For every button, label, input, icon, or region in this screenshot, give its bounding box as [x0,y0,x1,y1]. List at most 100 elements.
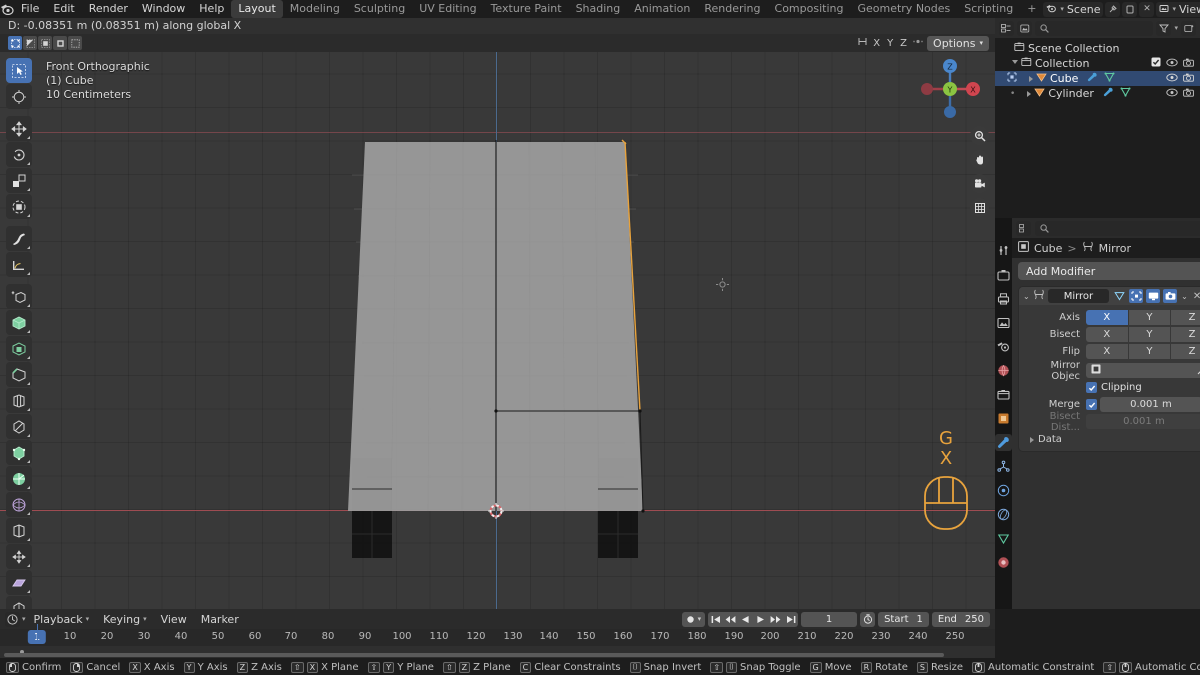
add-modifier-button[interactable]: Add Modifier ▾ [1018,262,1200,280]
mirror-y-toggle[interactable]: Y [885,38,895,49]
previous-keyframe-button[interactable] [723,612,738,627]
outliner-row-collection[interactable]: Collection [995,56,1200,71]
tool-bevel[interactable] [6,362,32,387]
menu-edit[interactable]: Edit [46,0,81,18]
workspace-tab-scripting[interactable]: Scripting [957,0,1020,18]
jump-to-start-button[interactable] [708,612,723,627]
auto-keying-group[interactable]: ▾ [681,611,706,627]
object-data-tab-icon[interactable] [995,530,1012,547]
object-tab-icon[interactable] [995,410,1012,427]
tool-add-cube[interactable] [6,284,32,309]
modifier-render-toggle[interactable] [1163,289,1178,303]
output-tab-icon[interactable] [995,290,1012,307]
modifier-tab-icon[interactable] [995,434,1012,451]
physics-tab-icon[interactable] [995,482,1012,499]
view-layer-tab-icon[interactable] [995,314,1012,331]
workspace-tab-modeling[interactable]: Modeling [283,0,347,18]
tool-shrink-fatten[interactable] [6,544,32,569]
end-frame-field[interactable]: End 250 [931,611,990,627]
cube-modifier-wrench-icon[interactable] [1087,72,1098,85]
outliner-row-scene-collection[interactable]: Scene Collection [995,41,1200,56]
select-mode-extra-2-icon[interactable] [68,36,82,50]
camera-view-icon[interactable] [970,174,989,193]
flip-z-toggle[interactable]: Z [1171,344,1200,359]
mirror-z-toggle[interactable]: Z [898,38,909,49]
workspace-tab-animation[interactable]: Animation [627,0,697,18]
mirror-object-field[interactable] [1086,363,1200,378]
scene-tab-icon[interactable] [995,338,1012,355]
constraints-tab-icon[interactable] [995,506,1012,523]
timeline-horizontal-scrollbar[interactable] [4,653,944,657]
tool-inset-faces[interactable] [6,336,32,361]
workspace-tab-texture-paint[interactable]: Texture Paint [484,0,569,18]
outliner-row-cube[interactable]: Cube [995,71,1200,86]
navigation-gizmo[interactable]: Z X Y [917,56,983,122]
timeline-menu-marker[interactable]: Marker [195,613,245,626]
outliner-filter-icon[interactable] [1156,20,1172,36]
collection-tab-icon[interactable] [995,386,1012,403]
cube-mesh-data-icon[interactable] [1104,72,1115,85]
tool-rip-region[interactable] [6,596,32,609]
unlink-scene-icon[interactable]: ✕ [1139,1,1155,17]
play-reverse-button[interactable] [738,612,753,627]
flip-x-toggle[interactable]: X [1086,344,1128,359]
cylinder-visibility-eye-icon[interactable] [1166,87,1178,100]
timeline-editor[interactable]: ▾ Playback ▾ Keying ▾ View Marker ▾ 1 St… [0,609,995,658]
workspace-tab-shading[interactable]: Shading [569,0,628,18]
new-scene-icon[interactable] [1122,1,1138,17]
mirror-panel-collapse-chevron-icon[interactable]: ⌄ [1023,292,1030,301]
mirror-x-toggle[interactable]: X [871,38,882,49]
cylinder-render-camera-icon[interactable] [1183,87,1194,100]
workspace-tab-uv-editing[interactable]: UV Editing [412,0,483,18]
collection-checkbox[interactable] [1151,57,1161,70]
tool-move[interactable] [6,116,32,141]
viewport-options-button[interactable]: Options ▾ [927,35,989,51]
outliner-filter-chevron-icon[interactable]: ▾ [1174,24,1178,32]
collection-visibility-eye-icon[interactable] [1166,57,1178,70]
modifier-extras-chevron-icon[interactable]: ⌄ [1181,292,1188,301]
edge-select-mode-icon[interactable] [23,36,37,50]
select-mode-extra-1-icon[interactable] [53,36,67,50]
jump-to-end-button[interactable] [783,612,798,627]
axis-x-toggle[interactable]: X [1086,310,1128,325]
collection-render-camera-icon[interactable] [1183,57,1194,70]
cube-render-camera-icon[interactable] [1183,72,1194,85]
tool-knife[interactable] [6,414,32,439]
workspace-tab-layout[interactable]: Layout [231,0,283,18]
menu-render[interactable]: Render [82,0,135,18]
material-tab-icon[interactable] [995,554,1012,571]
tool-transform[interactable] [6,194,32,219]
workspace-tab-geometry-nodes[interactable]: Geometry Nodes [850,0,957,18]
cylinder-expand-chevron-icon[interactable] [1027,90,1032,97]
tool-shear[interactable] [6,570,32,595]
modifier-close-icon[interactable]: ✕ [1193,291,1200,302]
modifier-on-cage-toggle[interactable] [1112,289,1126,303]
outliner-search-input[interactable] [1035,20,1154,36]
tool-smooth[interactable] [6,492,32,517]
cylinder-modifier-wrench-icon[interactable] [1103,87,1114,100]
timeline-editor-type-icon[interactable] [5,611,20,627]
render-tab-icon[interactable] [995,266,1012,283]
data-subpanel-header[interactable]: Data [1024,431,1200,445]
cube-expand-chevron-icon[interactable] [1029,75,1033,82]
viewlayer-selector[interactable]: ▾ ViewLayer [1156,1,1200,17]
workspace-tab-sculpting[interactable]: Sculpting [347,0,412,18]
mirror-modifier-name-field[interactable]: Mirror [1047,289,1110,303]
tool-loop-cut[interactable] [6,388,32,413]
3d-viewport[interactable]: X Y Z Options ▾ Front Orthographic (1) C… [0,34,995,609]
scene-selector[interactable]: ▾ Scene [1043,1,1104,17]
outliner-row-cylinder[interactable]: • Cylinder [995,86,1200,101]
properties-editor[interactable]: ▾ Cube > Mirror Add Modifier ▾ [995,218,1200,609]
workspace-tab-add[interactable]: + [1020,0,1043,18]
workspace-tab-rendering[interactable]: Rendering [697,0,767,18]
blender-logo-icon[interactable] [0,0,14,18]
cube-visibility-eye-icon[interactable] [1166,72,1178,85]
tool-measure[interactable] [6,252,32,277]
tool-tab-icon[interactable] [995,242,1012,259]
world-tab-icon[interactable] [995,362,1012,379]
current-frame-field[interactable]: 1 [801,611,858,627]
pan-hand-icon[interactable] [970,150,989,169]
axis-z-toggle[interactable]: Z [1171,310,1200,325]
tool-extrude-region[interactable] [6,310,32,335]
clipping-checkbox[interactable] [1086,382,1097,393]
